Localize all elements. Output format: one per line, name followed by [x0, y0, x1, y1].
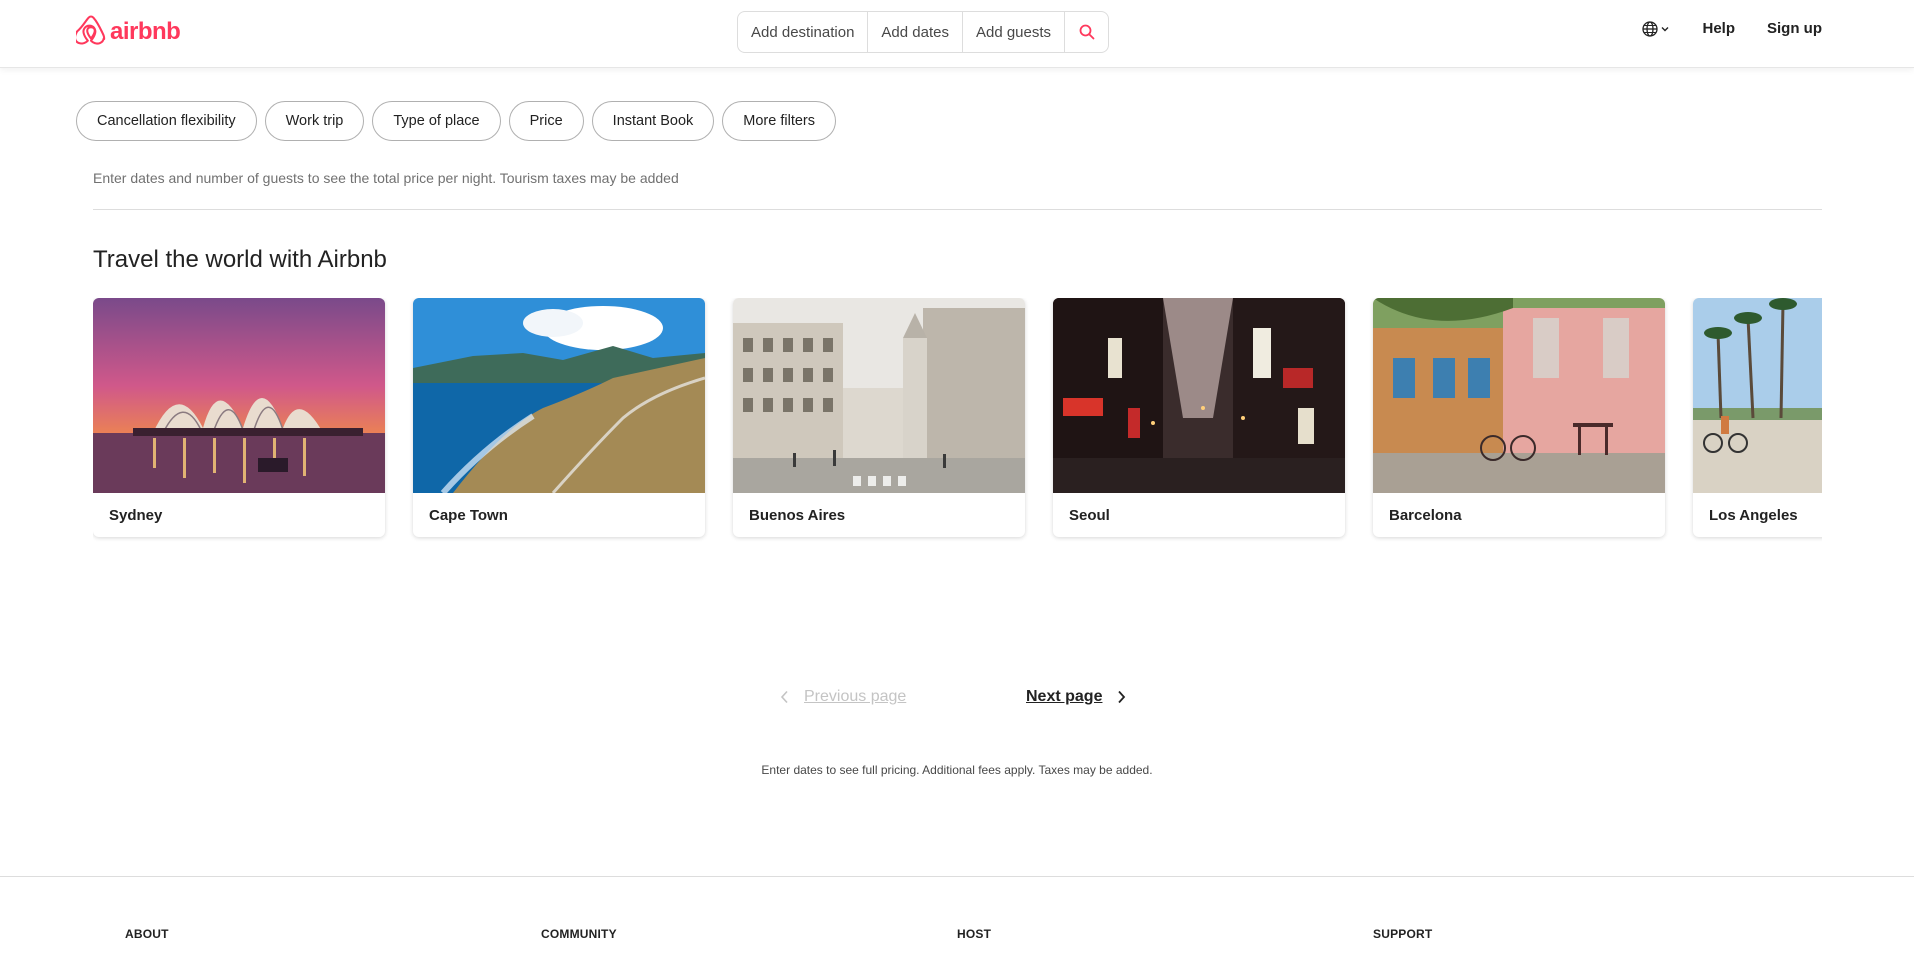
destination-card-barcelona[interactable]: Barcelona	[1373, 298, 1665, 537]
buenos-aires-image	[733, 298, 1025, 493]
globe-icon	[1642, 20, 1659, 37]
top-header: airbnb Add destination Add dates Add gue…	[0, 0, 1914, 68]
next-page-label: Next page	[1026, 688, 1103, 705]
footer: ABOUT COMMUNITY HOST SUPPORT	[0, 876, 1914, 962]
filter-type-of-place[interactable]: Type of place	[372, 101, 501, 141]
next-page-link[interactable]: Next page	[1026, 688, 1126, 706]
footer-heading-community: COMMUNITY	[541, 927, 617, 941]
destination-name: Barcelona	[1389, 506, 1462, 524]
destination-card-seoul[interactable]: Seoul	[1053, 298, 1345, 537]
destination-carousel: Sydney Cape Town Buenos Aires Seoul Barc…	[93, 298, 1822, 542]
logo-text: airbnb	[110, 17, 181, 45]
signup-link[interactable]: Sign up	[1767, 20, 1822, 37]
destination-card-los-angeles[interactable]: Los Angeles	[1693, 298, 1822, 537]
full-pricing-note: Enter dates to see full pricing. Additio…	[761, 763, 1153, 777]
chevron-left-icon	[780, 690, 788, 704]
help-link[interactable]: Help	[1702, 20, 1735, 37]
language-selector[interactable]	[1642, 20, 1670, 37]
destination-name: Seoul	[1069, 506, 1110, 524]
destination-card-buenos-aires[interactable]: Buenos Aires	[733, 298, 1025, 537]
filter-work-trip[interactable]: Work trip	[264, 101, 365, 141]
search-bar: Add destination Add dates Add guests	[737, 11, 1109, 53]
filter-price[interactable]: Price	[508, 101, 584, 141]
filter-instant-book[interactable]: Instant Book	[591, 101, 715, 141]
divider	[93, 209, 1822, 210]
search-icon	[1079, 24, 1094, 40]
destination-name: Los Angeles	[1709, 506, 1798, 524]
footer-heading-host: HOST	[957, 927, 992, 941]
footer-heading-support: SUPPORT	[1373, 927, 1433, 941]
filter-cancellation-flexibility[interactable]: Cancellation flexibility	[76, 101, 257, 141]
airbnb-logo-icon	[76, 15, 106, 45]
barcelona-image	[1373, 298, 1665, 493]
destination-card-sydney[interactable]: Sydney	[93, 298, 385, 537]
los-angeles-image	[1693, 298, 1822, 493]
footer-heading-about: ABOUT	[125, 927, 169, 941]
section-title: Travel the world with Airbnb	[93, 246, 387, 273]
pricing-notice: Enter dates and number of guests to see …	[93, 170, 679, 186]
previous-page-label: Previous page	[804, 688, 907, 705]
destination-card-cape-town[interactable]: Cape Town	[413, 298, 705, 537]
chevron-right-icon	[1118, 690, 1126, 704]
airbnb-logo[interactable]: airbnb	[76, 15, 181, 48]
guests-field[interactable]: Add guests	[963, 12, 1066, 52]
header-nav: Help Sign up	[1642, 20, 1822, 37]
destination-name: Buenos Aires	[749, 506, 846, 524]
destination-name: Sydney	[109, 506, 163, 524]
filter-more-filters[interactable]: More filters	[722, 101, 836, 141]
chevron-down-icon	[1661, 26, 1669, 31]
cape-town-image	[413, 298, 705, 493]
seoul-image	[1053, 298, 1345, 493]
sydney-image	[93, 298, 385, 493]
destination-field[interactable]: Add destination	[738, 12, 869, 52]
destination-name: Cape Town	[429, 506, 508, 524]
search-button[interactable]	[1065, 12, 1108, 52]
previous-page-link: Previous page	[780, 688, 906, 706]
filter-bar: Cancellation flexibility Work trip Type …	[76, 101, 836, 141]
dates-field[interactable]: Add dates	[868, 12, 963, 52]
